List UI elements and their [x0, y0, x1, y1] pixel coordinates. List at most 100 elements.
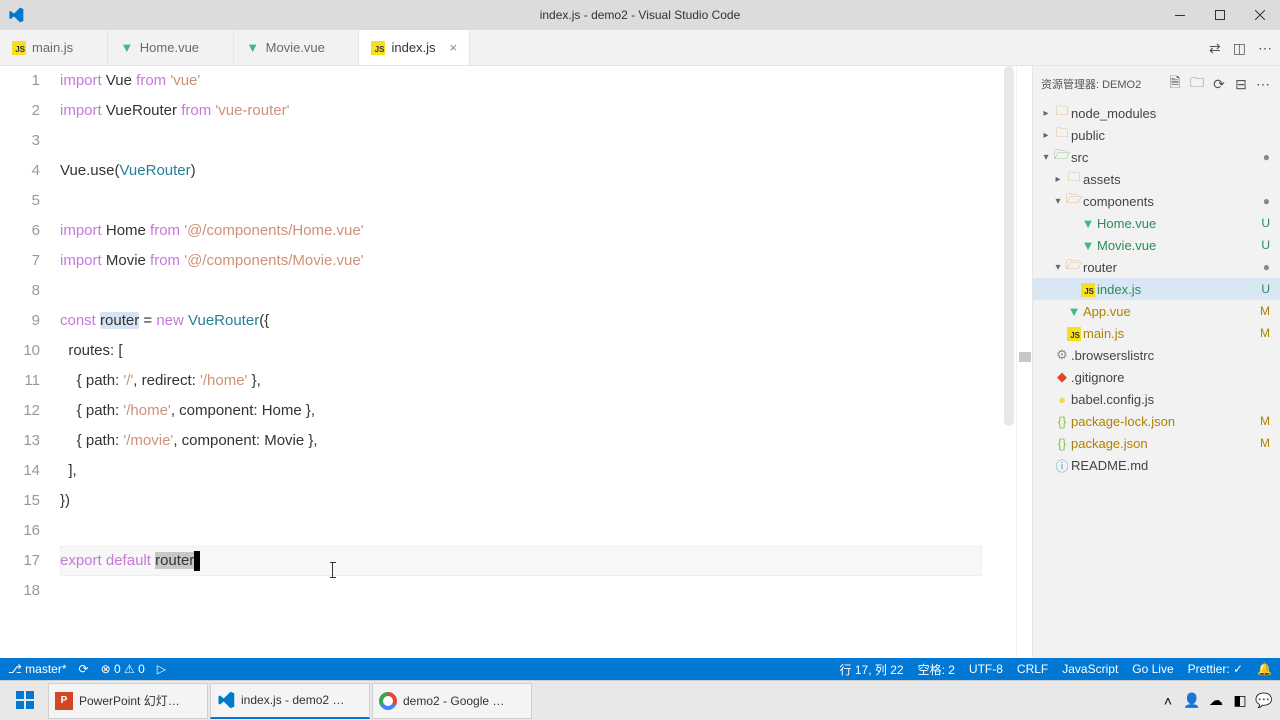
more-icon[interactable]: ⋯	[1258, 40, 1272, 57]
tree-item-README-md[interactable]: ⓘ README.md	[1033, 454, 1280, 476]
js-file-icon: JS	[12, 41, 26, 55]
file-tree[interactable]: ▸ 🗀 node_modules ▸ 🗀 public ▾ 🗁 src ●▸ 🗀…	[1033, 102, 1280, 658]
maximize-button[interactable]	[1200, 0, 1240, 30]
encoding-indicator[interactable]: UTF-8	[969, 662, 1003, 676]
file-icon: 🗁	[1065, 190, 1083, 212]
tree-item-label: index.js	[1097, 282, 1261, 297]
tree-item-label: .browserslistrc	[1071, 348, 1270, 363]
file-icon: ●	[1053, 392, 1071, 407]
code-content[interactable]: import Vue from 'vue'import VueRouter fr…	[60, 66, 1002, 658]
taskbar-label: PowerPoint 幻灯…	[79, 692, 180, 709]
code-line[interactable]: { path: '/', redirect: '/home' },	[60, 366, 982, 396]
tray-people-icon[interactable]: 👤	[1182, 691, 1202, 711]
tree-item-package-lock-json[interactable]: {} package-lock.json M	[1033, 410, 1280, 432]
code-line[interactable]: Vue.use(VueRouter)	[60, 156, 982, 186]
eol-indicator[interactable]: CRLF	[1017, 662, 1048, 676]
code-line[interactable]	[60, 276, 982, 306]
taskbar-item-vscode[interactable]: index.js - demo2 …	[210, 683, 370, 719]
tab-label: index.js	[391, 40, 435, 55]
tab-Movie-vue[interactable]: ▼ Movie.vue ×	[234, 30, 360, 65]
tree-item-App-vue[interactable]: ▼ App.vue M	[1033, 300, 1280, 322]
taskbar-item-chrome[interactable]: demo2 - Google …	[372, 683, 532, 719]
status-bar: ⎇ master* ⟳ ⊗ 0 ⚠ 0 ▷ 行 17, 列 22 空格: 2 U…	[0, 658, 1280, 680]
tray-cloud-icon[interactable]: ☁	[1206, 691, 1226, 711]
window-title: index.js - demo2 - Visual Studio Code	[540, 8, 741, 22]
minimize-button[interactable]	[1160, 0, 1200, 30]
code-line[interactable]: import VueRouter from 'vue-router'	[60, 96, 982, 126]
file-icon: 🗀	[1053, 102, 1071, 124]
taskbar-item-win[interactable]	[4, 683, 46, 719]
tree-item-package-json[interactable]: {} package.json M	[1033, 432, 1280, 454]
tree-item-Movie-vue[interactable]: ▼ Movie.vue U	[1033, 234, 1280, 256]
code-line[interactable]: { path: '/home', component: Home },	[60, 396, 982, 426]
tab-index-js[interactable]: JS index.js ×	[359, 30, 470, 65]
tree-item-src[interactable]: ▾ 🗁 src ●	[1033, 146, 1280, 168]
new-file-icon[interactable]: 🗎	[1166, 72, 1184, 96]
file-icon: JS	[1065, 326, 1083, 341]
tab-label: Home.vue	[140, 40, 199, 55]
file-icon: {}	[1053, 414, 1071, 429]
code-line[interactable]: export default router	[60, 546, 982, 576]
chevron-icon: ▸	[1039, 108, 1053, 119]
tray-notifications-icon[interactable]: 💬	[1254, 691, 1274, 711]
language-indicator[interactable]: JavaScript	[1062, 662, 1118, 676]
problems-indicator[interactable]: ⊗ 0 ⚠ 0	[101, 662, 145, 676]
compare-icon[interactable]: ⇄	[1209, 40, 1221, 57]
tree-item--browserslistrc[interactable]: ⚙ .browserslistrc	[1033, 344, 1280, 366]
tree-item-public[interactable]: ▸ 🗀 public	[1033, 124, 1280, 146]
split-icon[interactable]: ◫	[1233, 40, 1246, 57]
tree-item-node_modules[interactable]: ▸ 🗀 node_modules	[1033, 102, 1280, 124]
tab-label: Movie.vue	[266, 40, 325, 55]
tray-item-icon[interactable]: ◧	[1230, 691, 1250, 711]
close-tab-icon[interactable]: ×	[450, 40, 458, 55]
refresh-icon[interactable]: ⟳	[1210, 76, 1228, 93]
code-line[interactable]: import Home from '@/components/Home.vue'	[60, 216, 982, 246]
minimap[interactable]	[1016, 66, 1032, 658]
chevron-icon: ▾	[1051, 196, 1065, 207]
code-line[interactable]: ],	[60, 456, 982, 486]
editor-scrollbar[interactable]	[1002, 66, 1016, 658]
code-line[interactable]: import Vue from 'vue'	[60, 66, 982, 96]
notifications-icon[interactable]: 🔔	[1257, 662, 1272, 676]
editor-tabs: JS main.js ×▼ Home.vue ×▼ Movie.vue ×JS …	[0, 30, 1280, 66]
cursor-position[interactable]: 行 17, 列 22	[840, 661, 904, 678]
tree-item-label: router	[1083, 260, 1263, 275]
sync-icon[interactable]: ⟳	[79, 662, 89, 676]
debug-icon[interactable]: ▷	[157, 662, 166, 676]
tree-item-components[interactable]: ▾ 🗁 components ●	[1033, 190, 1280, 212]
tray-chevron-icon[interactable]: ˄	[1158, 691, 1178, 711]
taskbar-item-ppt[interactable]: PPowerPoint 幻灯…	[48, 683, 208, 719]
code-line[interactable]	[60, 186, 982, 216]
close-button[interactable]	[1240, 0, 1280, 30]
code-line[interactable]	[60, 576, 982, 606]
collapse-icon[interactable]: ⊟	[1232, 76, 1250, 93]
go-live-button[interactable]: Go Live	[1132, 662, 1173, 676]
code-line[interactable]: import Movie from '@/components/Movie.vu…	[60, 246, 982, 276]
tree-item-assets[interactable]: ▸ 🗀 assets	[1033, 168, 1280, 190]
file-icon: 🗁	[1053, 146, 1071, 168]
tree-item-babel-config-js[interactable]: ● babel.config.js	[1033, 388, 1280, 410]
code-line[interactable]	[60, 126, 982, 156]
code-line[interactable]	[60, 516, 982, 546]
new-folder-icon[interactable]: 🗀	[1188, 72, 1206, 96]
tree-item-main-js[interactable]: JS main.js M	[1033, 322, 1280, 344]
file-icon: ▼	[1065, 304, 1083, 319]
branch-indicator[interactable]: ⎇ master*	[8, 662, 67, 676]
code-line[interactable]: { path: '/movie', component: Movie },	[60, 426, 982, 456]
code-line[interactable]: routes: [	[60, 336, 982, 366]
code-editor[interactable]: 123456789101112131415161718 import Vue f…	[0, 66, 1032, 658]
code-line[interactable]: })	[60, 486, 982, 516]
tab-main-js[interactable]: JS main.js ×	[0, 30, 108, 65]
tree-item-router[interactable]: ▾ 🗁 router ●	[1033, 256, 1280, 278]
js-file-icon: JS	[371, 41, 385, 55]
explorer-more-icon[interactable]: ⋯	[1254, 76, 1272, 93]
code-line[interactable]: const router = new VueRouter({	[60, 306, 982, 336]
chevron-icon: ▾	[1051, 262, 1065, 273]
tree-item-index-js[interactable]: JS index.js U	[1033, 278, 1280, 300]
tree-item--gitignore[interactable]: ◆ .gitignore	[1033, 366, 1280, 388]
indent-indicator[interactable]: 空格: 2	[918, 661, 955, 678]
prettier-indicator[interactable]: Prettier: ✓	[1188, 662, 1243, 676]
tab-Home-vue[interactable]: ▼ Home.vue ×	[108, 30, 234, 65]
text-cursor-ibeam	[332, 562, 333, 578]
tree-item-Home-vue[interactable]: ▼ Home.vue U	[1033, 212, 1280, 234]
